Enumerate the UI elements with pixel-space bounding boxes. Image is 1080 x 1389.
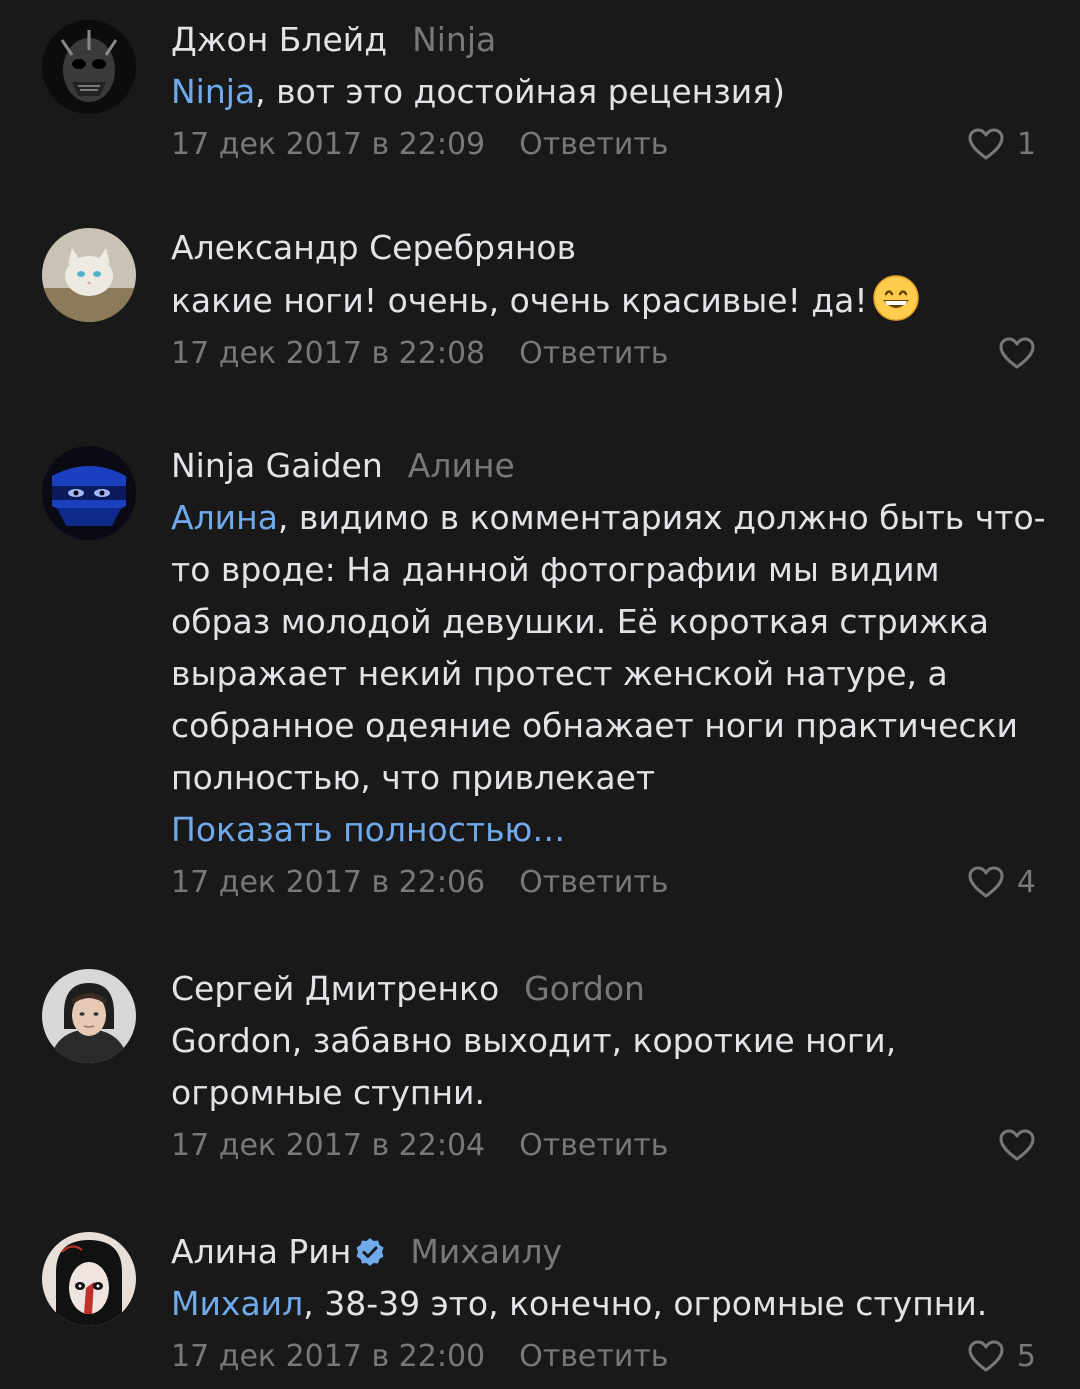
- reply-to-name[interactable]: Gordon: [524, 969, 645, 1009]
- reply-to-name[interactable]: Алине: [408, 446, 515, 486]
- author-name[interactable]: Джон Блейд: [171, 20, 387, 60]
- comment-text-body: какие ноги! очень, очень красивые! да!: [171, 281, 868, 320]
- comment-date: 17 дек 2017 в 22:06: [171, 864, 486, 900]
- author-name[interactable]: Алина Рин: [171, 1232, 351, 1272]
- like-button[interactable]: 5: [967, 1330, 1036, 1382]
- verified-check-icon: [355, 1237, 385, 1267]
- reply-to-name[interactable]: Михаилу: [410, 1232, 562, 1272]
- reply-button[interactable]: Ответить: [519, 336, 668, 371]
- reply-button[interactable]: Ответить: [519, 1339, 668, 1374]
- comment-date: 17 дек 2017 в 22:00: [171, 1338, 486, 1374]
- comment-text: Ninja, вот это достойная рецензия): [171, 66, 1046, 118]
- comment-date: 17 дек 2017 в 22:09: [171, 126, 486, 162]
- comment-date: 17 дек 2017 в 22:04: [171, 1127, 486, 1163]
- comment-text: Gordon, забавно выходит, короткие ноги, …: [171, 1015, 1046, 1119]
- comments-feed: Джон Блейд Ninja Ninja, вот это достойна…: [0, 0, 1080, 1389]
- like-button[interactable]: [998, 1119, 1036, 1171]
- reply-button[interactable]: Ответить: [519, 865, 668, 900]
- avatar[interactable]: [42, 228, 136, 322]
- heart-icon: [968, 1340, 1004, 1372]
- comment-text: Михаил, 38-39 это, конечно, огромные сту…: [171, 1278, 1046, 1330]
- comment-text-body: , видимо в комментариях должно быть что-…: [171, 498, 1046, 797]
- reply-button[interactable]: Ответить: [519, 127, 668, 162]
- mention-link[interactable]: Михаил: [171, 1284, 303, 1323]
- comment-text-body: , 38-39 это, конечно, огромные ступни.: [303, 1284, 988, 1323]
- comment-text-body: , вот это достойная рецензия): [255, 72, 785, 111]
- heart-icon: [999, 337, 1035, 369]
- heart-icon: [968, 866, 1004, 898]
- comment-text-body: Gordon, забавно выходит, короткие ноги, …: [171, 1021, 897, 1112]
- comment-date: 17 дек 2017 в 22:08: [171, 335, 486, 371]
- reply-button[interactable]: Ответить: [519, 1128, 668, 1163]
- like-button[interactable]: [998, 327, 1036, 379]
- comment-text: какие ноги! очень, очень красивые! да!: [171, 274, 1046, 327]
- avatar[interactable]: [42, 1232, 136, 1326]
- grinning-face-emoji-icon: [872, 274, 920, 322]
- comment-text: Алина, видимо в комментариях должно быть…: [171, 492, 1046, 804]
- author-name[interactable]: Сергей Дмитренко: [171, 969, 499, 1009]
- heart-icon: [968, 128, 1004, 160]
- like-count: 1: [1016, 126, 1036, 162]
- avatar[interactable]: [42, 969, 136, 1063]
- like-count: 4: [1016, 864, 1036, 900]
- author-name[interactable]: Александр Серебрянов: [171, 228, 576, 268]
- like-count: 5: [1016, 1338, 1036, 1374]
- author-name[interactable]: Ninja Gaiden: [171, 446, 383, 486]
- avatar[interactable]: [42, 20, 136, 114]
- like-button[interactable]: 1: [967, 118, 1036, 170]
- show-more-link[interactable]: Показать полностью…: [171, 804, 1046, 856]
- mention-link[interactable]: Алина: [171, 498, 278, 537]
- reply-to-name[interactable]: Ninja: [412, 20, 496, 60]
- heart-icon: [999, 1129, 1035, 1161]
- mention-link[interactable]: Ninja: [171, 72, 255, 111]
- like-button[interactable]: 4: [967, 856, 1036, 908]
- avatar[interactable]: [42, 446, 136, 540]
